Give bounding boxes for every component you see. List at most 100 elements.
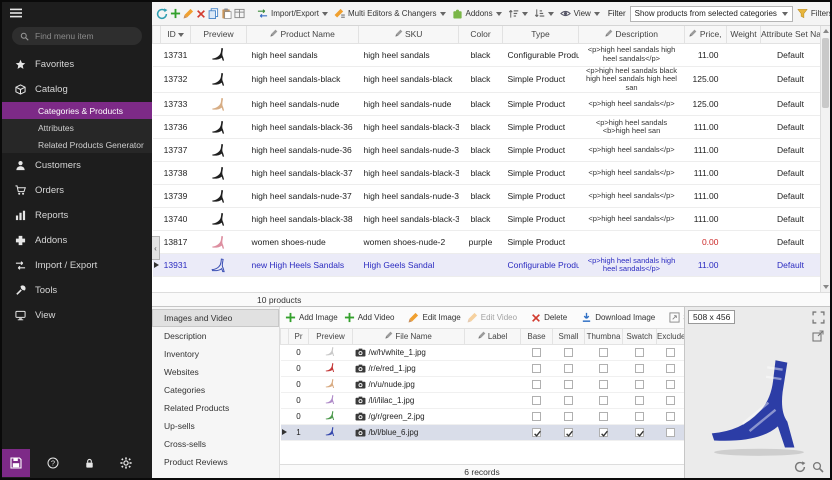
add-image-button[interactable]: Add Image: [283, 311, 340, 324]
edit-image-button[interactable]: Edit Image: [406, 311, 462, 324]
tab-related-products[interactable]: Related Products: [152, 399, 279, 417]
small-checkbox[interactable]: [564, 364, 573, 373]
sidebar-item-catalog[interactable]: Catalog: [2, 77, 152, 102]
zoom-icon[interactable]: [812, 460, 826, 474]
sort-down-menu[interactable]: [532, 7, 556, 20]
thumbnail-checkbox[interactable]: [599, 396, 608, 405]
image-row-n-u-nude-jpg[interactable]: 0/n/u/nude.jpg: [281, 376, 685, 392]
save-button[interactable]: [2, 449, 30, 477]
small-checkbox[interactable]: [564, 428, 573, 437]
small-checkbox[interactable]: [564, 380, 573, 389]
column-header-product-name[interactable]: Product Name: [247, 26, 359, 43]
rotate-icon[interactable]: [794, 460, 808, 474]
import-export-menu[interactable]: Import/Export: [255, 7, 330, 20]
column-header-thumbna[interactable]: Thumbna: [585, 329, 623, 344]
column-header-exclude[interactable]: Exclude: [657, 329, 685, 344]
column-header-price[interactable]: Price,: [685, 26, 727, 43]
exclude-checkbox[interactable]: [666, 428, 675, 437]
small-checkbox[interactable]: [564, 412, 573, 421]
column-header-preview[interactable]: Preview: [191, 26, 247, 43]
image-row-l-i-lilac-1-jpg[interactable]: 0/l/i/lilac_1.jpg: [281, 392, 685, 408]
sidebar-item-customers[interactable]: Customers: [2, 153, 152, 178]
sidebar-item-related-products-generator[interactable]: Related Products Generator: [2, 136, 152, 153]
column-header-pr[interactable]: Pr: [289, 329, 309, 344]
column-header-base[interactable]: Base: [521, 329, 553, 344]
delete-button[interactable]: Delete: [529, 312, 569, 324]
swatch-checkbox[interactable]: [635, 396, 644, 405]
column-header-small[interactable]: Small: [553, 329, 585, 344]
edit-product-icon[interactable]: [183, 6, 194, 22]
base-checkbox[interactable]: [532, 428, 541, 437]
filter-select[interactable]: Show products from selected categories: [630, 6, 793, 22]
view-menu[interactable]: View: [558, 7, 602, 20]
scroll-thumb[interactable]: [822, 38, 829, 108]
column-header-preview[interactable]: Preview: [309, 329, 353, 344]
tab-up-sells[interactable]: Up-sells: [152, 417, 279, 435]
image-row-w-h-white-1-jpg[interactable]: 0/w/h/white_1.jpg: [281, 344, 685, 360]
swatch-checkbox[interactable]: [635, 364, 644, 373]
multi-editors-menu[interactable]: Multi Editors & Changers: [332, 7, 447, 20]
download-image-button[interactable]: Download Image: [579, 311, 657, 324]
image-row-g-r-green-2-jpg[interactable]: 0/g/r/green_2.jpg: [281, 408, 685, 424]
open-external-icon[interactable]: [812, 329, 826, 343]
product-row-13738[interactable]: 13738high heel sandals-black-37high heel…: [153, 162, 821, 185]
tab-images-and-video[interactable]: Images and Video: [152, 309, 279, 327]
exclude-checkbox[interactable]: [666, 396, 675, 405]
exclude-checkbox[interactable]: [666, 380, 675, 389]
thumbnail-checkbox[interactable]: [599, 348, 608, 357]
sidebar-collapse-handle[interactable]: ‹: [152, 236, 160, 260]
grid-scrollbar[interactable]: [820, 26, 830, 292]
edit-video-button[interactable]: Edit Video: [465, 311, 519, 324]
tab-description[interactable]: Description: [152, 327, 279, 345]
sort-up-menu[interactable]: [506, 7, 530, 20]
base-checkbox[interactable]: [532, 380, 541, 389]
sidebar-item-orders[interactable]: Orders: [2, 178, 152, 203]
tab-product-reviews[interactable]: Product Reviews: [152, 453, 279, 471]
thumbnail-checkbox[interactable]: [599, 412, 608, 421]
column-header-id[interactable]: ID: [161, 26, 191, 43]
column-header-attribute-set-name[interactable]: Attribute Set Name: [761, 26, 821, 43]
column-header-color[interactable]: Color: [459, 26, 503, 43]
thumbnail-checkbox[interactable]: [599, 380, 608, 389]
image-row-b-l-blue-6-jpg[interactable]: 1/b/l/blue_6.jpg: [281, 424, 685, 440]
sidebar-item-attributes[interactable]: Attributes: [2, 119, 152, 136]
lock-button[interactable]: [75, 449, 103, 477]
sidebar-item-categories-products[interactable]: Categories & Products: [2, 102, 152, 119]
add-video-button[interactable]: Add Video: [342, 311, 397, 324]
swatch-checkbox[interactable]: [635, 428, 644, 437]
thumbnail-checkbox[interactable]: [599, 428, 608, 437]
tab-categories[interactable]: Categories: [152, 381, 279, 399]
set-resize-rule-button[interactable]: Set Resize Rule: [667, 311, 684, 324]
columns-icon[interactable]: [234, 6, 245, 22]
settings-button[interactable]: [112, 449, 140, 477]
product-row-13740[interactable]: 13740high heel sandals-black-38high heel…: [153, 208, 821, 231]
scroll-up-icon[interactable]: [823, 29, 829, 33]
refresh-icon[interactable]: [156, 6, 168, 22]
exclude-checkbox[interactable]: [666, 364, 675, 373]
base-checkbox[interactable]: [532, 412, 541, 421]
sidebar-item-favorites[interactable]: Favorites: [2, 52, 152, 77]
column-header-weight[interactable]: Weight: [727, 26, 761, 43]
sidebar-item-addons[interactable]: Addons: [2, 228, 152, 253]
hamburger-icon[interactable]: [10, 7, 22, 19]
product-row-13733[interactable]: 13733high heel sandals-nudehigh heel san…: [153, 93, 821, 116]
scroll-down-icon[interactable]: [823, 285, 829, 289]
delete-product-icon[interactable]: [196, 6, 206, 22]
product-row-13732[interactable]: 13732high heel sandals-blackhigh heel sa…: [153, 66, 821, 93]
small-checkbox[interactable]: [564, 348, 573, 357]
image-row-r-e-red-1-jpg[interactable]: 0/r/e/red_1.jpg: [281, 360, 685, 376]
tab-cross-sells[interactable]: Cross-sells: [152, 435, 279, 453]
product-row-13931[interactable]: 13931new High Heels SandalsHigh Geels Sa…: [153, 254, 821, 277]
help-button[interactable]: ?: [39, 449, 67, 477]
thumbnail-checkbox[interactable]: [599, 364, 608, 373]
sidebar-item-reports[interactable]: Reports: [2, 203, 152, 228]
column-header-sku[interactable]: SKU: [359, 26, 459, 43]
product-row-13731[interactable]: 13731high heel sandalshigh heel sandalsb…: [153, 43, 821, 66]
fullscreen-icon[interactable]: [812, 311, 826, 325]
column-header-label[interactable]: Label: [465, 329, 521, 344]
sidebar-item-view[interactable]: View: [2, 303, 152, 328]
paste-icon[interactable]: [221, 6, 232, 22]
small-checkbox[interactable]: [564, 396, 573, 405]
swatch-checkbox[interactable]: [635, 348, 644, 357]
tab-websites[interactable]: Websites: [152, 363, 279, 381]
